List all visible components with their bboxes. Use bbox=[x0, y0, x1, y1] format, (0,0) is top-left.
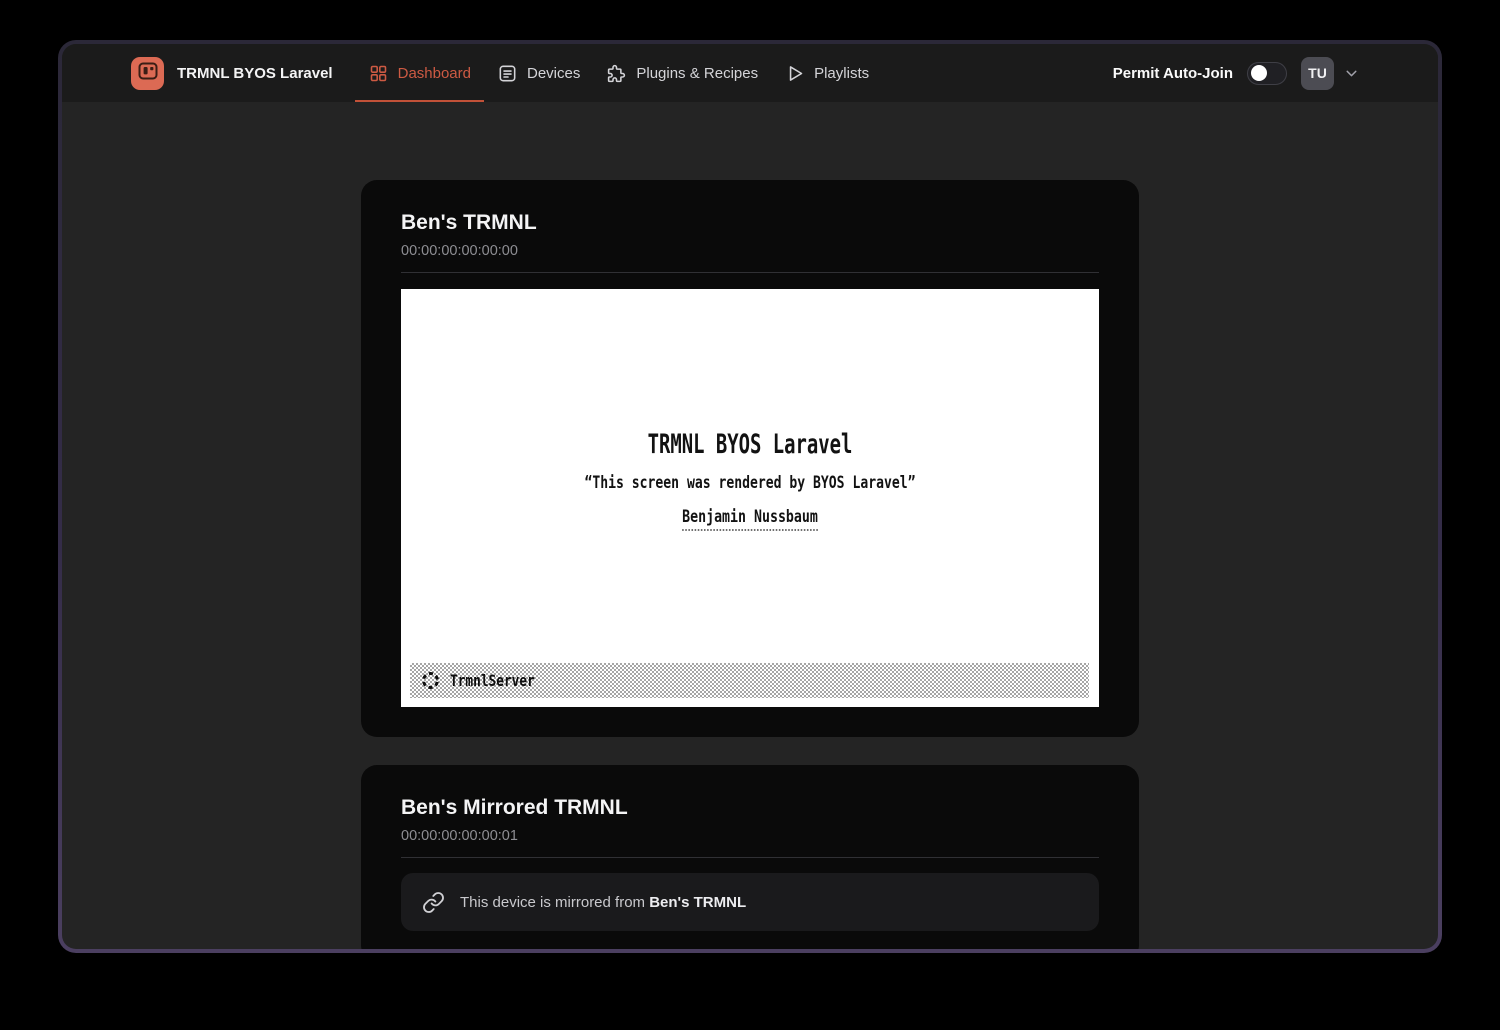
permit-auto-join-label: Permit Auto-Join bbox=[1113, 65, 1233, 82]
eink-author-link: Benjamin Nussbaum bbox=[682, 507, 818, 531]
nav-item-plugins-recipes[interactable]: Plugins & Recipes bbox=[593, 44, 771, 102]
mirror-notice-prefix: This device is mirrored from bbox=[460, 894, 649, 911]
card-divider bbox=[401, 857, 1099, 858]
nav-item-label: Playlists bbox=[814, 65, 869, 82]
navbar-right-controls: Permit Auto-Join TU bbox=[1113, 57, 1360, 90]
top-navbar: TRMNL BYOS Laravel Dashboard bbox=[62, 44, 1438, 102]
toggle-knob bbox=[1251, 65, 1267, 81]
puzzle-icon bbox=[606, 63, 627, 84]
card-divider bbox=[401, 272, 1099, 273]
nav-item-label: Devices bbox=[527, 65, 580, 82]
eink-screen-preview: TRMNL BYOS Laravel “This screen was rend… bbox=[401, 289, 1099, 707]
eink-titlebar-label: TrmnlServer bbox=[450, 671, 535, 690]
device-mac-address: 00:00:00:00:00:00 bbox=[401, 242, 1099, 260]
eink-heading: TRMNL BYOS Laravel bbox=[506, 429, 995, 460]
mirror-notice-box: This device is mirrored from Ben's TRMNL bbox=[401, 873, 1099, 931]
eink-author-row: Benjamin Nussbaum bbox=[478, 507, 1022, 531]
device-card-bens-mirrored-trmnl: Ben's Mirrored TRMNL 00:00:00:00:00:01 T… bbox=[361, 765, 1139, 949]
play-icon bbox=[784, 63, 805, 84]
app-title: TRMNL BYOS Laravel bbox=[177, 65, 333, 82]
eink-quote: “This screen was rendered by BYOS Larave… bbox=[481, 473, 1018, 493]
app-logo[interactable] bbox=[131, 57, 164, 90]
device-name: Ben's Mirrored TRMNL bbox=[401, 795, 1099, 821]
active-tab-underline bbox=[355, 100, 484, 102]
grid-icon bbox=[368, 63, 389, 84]
trmnl-device-icon bbox=[136, 59, 160, 88]
mirror-notice-text: This device is mirrored from Ben's TRMNL bbox=[460, 894, 746, 911]
device-list-icon bbox=[497, 63, 518, 84]
device-card-bens-trmnl: Ben's TRMNL 00:00:00:00:00:00 TRMNL BYOS… bbox=[361, 180, 1139, 737]
mirror-source-device: Ben's TRMNL bbox=[649, 894, 746, 911]
permit-auto-join-toggle[interactable] bbox=[1247, 62, 1287, 85]
device-mac-address: 00:00:00:00:00:01 bbox=[401, 827, 1099, 845]
user-avatar[interactable]: TU bbox=[1301, 57, 1334, 90]
app-window-frame: TRMNL BYOS Laravel Dashboard bbox=[58, 40, 1442, 953]
link-icon bbox=[422, 891, 445, 914]
nav-item-dashboard[interactable]: Dashboard bbox=[355, 44, 484, 102]
nav-item-label: Plugins & Recipes bbox=[636, 65, 758, 82]
chevron-down-icon[interactable] bbox=[1343, 65, 1360, 82]
eink-titlebar: TrmnlServer bbox=[410, 663, 1089, 698]
dashboard-content: Ben's TRMNL 00:00:00:00:00:00 TRMNL BYOS… bbox=[62, 102, 1438, 949]
nav-item-devices[interactable]: Devices bbox=[484, 44, 593, 102]
main-nav: Dashboard Devices bbox=[355, 44, 883, 102]
device-name: Ben's TRMNL bbox=[401, 210, 1099, 236]
nav-item-playlists[interactable]: Playlists bbox=[771, 44, 882, 102]
app-window: TRMNL BYOS Laravel Dashboard bbox=[62, 44, 1438, 949]
nav-item-label: Dashboard bbox=[398, 65, 471, 82]
spinner-icon bbox=[420, 670, 441, 691]
